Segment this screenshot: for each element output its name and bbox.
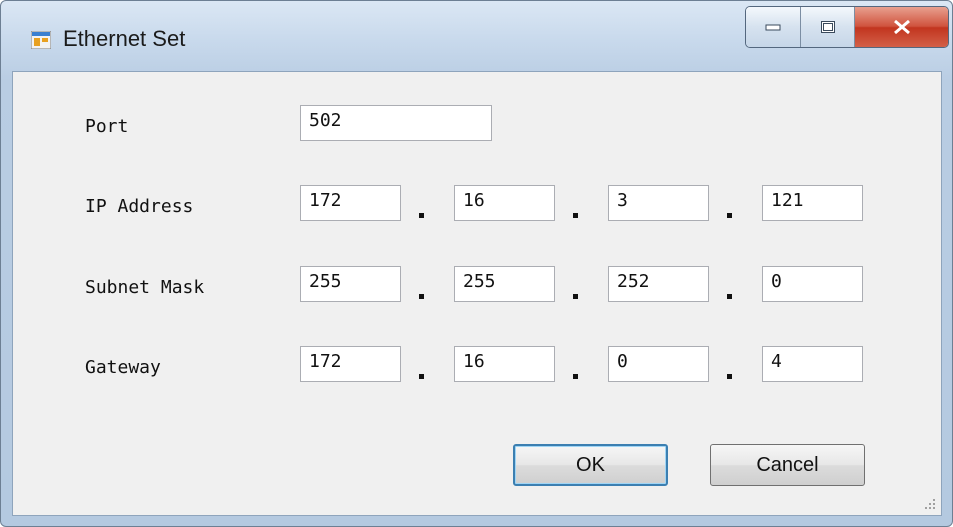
ip-octet-3-input[interactable]: 3 [608, 185, 709, 221]
title-bar[interactable]: Ethernet Set [1, 1, 952, 71]
gateway-octet-3-input[interactable]: 0 [608, 346, 709, 382]
caption-buttons [745, 6, 949, 48]
subnet-octet-1-input[interactable]: 255 [300, 266, 401, 302]
subnet-octet-4-input[interactable]: 0 [762, 266, 863, 302]
gateway-dot-separator [727, 374, 732, 379]
subnet-octet-2-input[interactable]: 255 [454, 266, 555, 302]
maximize-button[interactable] [801, 7, 855, 47]
port-label: Port [85, 116, 129, 137]
cancel-button[interactable]: Cancel [710, 444, 865, 486]
resize-grip-icon[interactable] [923, 497, 937, 511]
subnet-dot-separator [419, 294, 424, 299]
subnet-dot-separator [727, 294, 732, 299]
ok-button[interactable]: OK [513, 444, 668, 486]
gateway-dot-separator [419, 374, 424, 379]
dialog-window: Ethernet Set Port 502 IP Address 172 16 … [0, 0, 953, 527]
ip-dot-separator [573, 213, 578, 218]
gateway-label: Gateway [85, 357, 161, 378]
gateway-dot-separator [573, 374, 578, 379]
app-icon [31, 31, 51, 49]
ip-octet-1-input[interactable]: 172 [300, 185, 401, 221]
ip-address-label: IP Address [85, 196, 194, 217]
subnet-octet-3-input[interactable]: 252 [608, 266, 709, 302]
dialog-content: Port 502 IP Address 172 16 3 121 Subnet … [12, 71, 942, 516]
subnet-mask-label: Subnet Mask [85, 277, 205, 298]
ip-octet-2-input[interactable]: 16 [454, 185, 555, 221]
subnet-dot-separator [573, 294, 578, 299]
minimize-button[interactable] [746, 7, 801, 47]
port-input[interactable]: 502 [300, 105, 492, 141]
close-icon [893, 19, 910, 35]
gateway-octet-1-input[interactable]: 172 [300, 346, 401, 382]
ip-dot-separator [727, 213, 732, 218]
gateway-octet-4-input[interactable]: 4 [762, 346, 863, 382]
window-title: Ethernet Set [63, 26, 186, 51]
minimize-icon [765, 24, 781, 31]
close-button[interactable] [855, 7, 948, 47]
maximize-icon [820, 21, 835, 33]
ip-octet-4-input[interactable]: 121 [762, 185, 863, 221]
gateway-octet-2-input[interactable]: 16 [454, 346, 555, 382]
ip-dot-separator [419, 213, 424, 218]
